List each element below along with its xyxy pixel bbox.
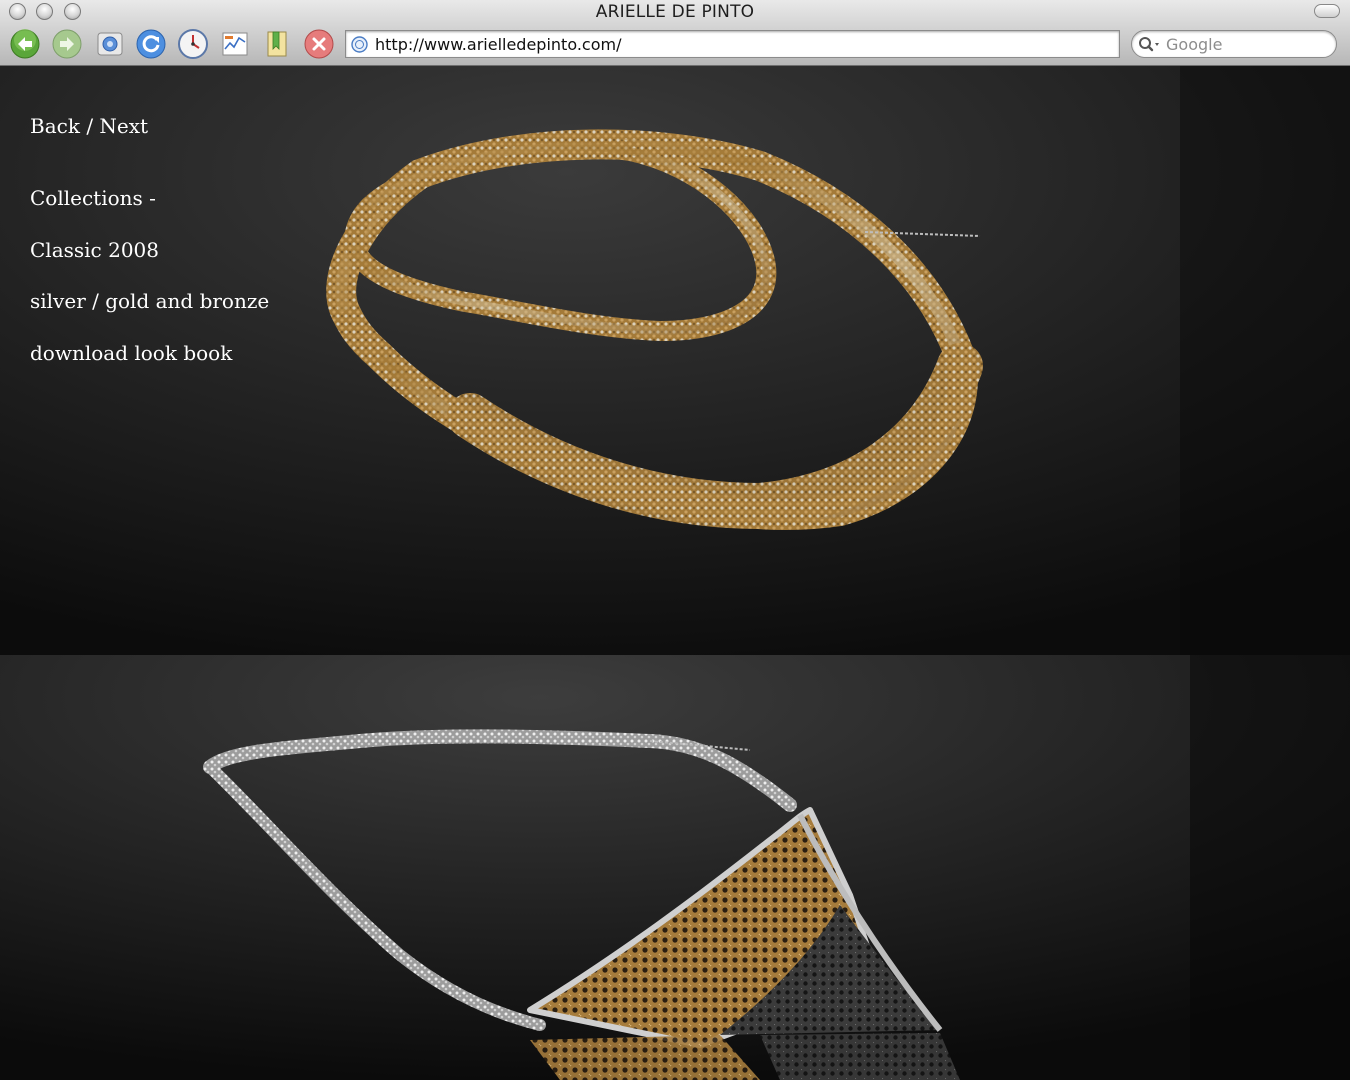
- activity-button[interactable]: [220, 29, 250, 59]
- toolbar-toggle-button[interactable]: [1314, 4, 1340, 18]
- history-button[interactable]: [178, 29, 208, 59]
- forward-arrow-icon: [52, 29, 82, 59]
- pager: Back / Next: [30, 114, 148, 138]
- necklace-photo-bib: [0, 655, 1350, 1080]
- activity-graph-icon: [222, 32, 248, 56]
- reload-button[interactable]: [136, 29, 166, 59]
- back-link[interactable]: Back: [30, 114, 80, 138]
- pager-separator: /: [86, 114, 100, 138]
- url-text[interactable]: http://www.arielledepinto.com/: [375, 35, 621, 54]
- snapshot-button[interactable]: [95, 29, 125, 59]
- browser-chrome: ARIELLE DE PINTO http://www.arielledepin…: [0, 0, 1350, 66]
- camera-icon: [97, 32, 123, 56]
- forward-button[interactable]: [52, 29, 82, 59]
- bookmark-icon: [267, 31, 287, 57]
- search-icon: [1139, 37, 1159, 52]
- back-arrow-icon: [10, 29, 40, 59]
- bookmark-button[interactable]: [262, 29, 292, 59]
- collections-link[interactable]: Collections -: [30, 186, 156, 210]
- search-field[interactable]: [1131, 30, 1337, 58]
- address-bar[interactable]: http://www.arielledepinto.com/: [345, 30, 1120, 58]
- globe-icon: [351, 36, 368, 53]
- window-title: ARIELLE DE PINTO: [595, 2, 755, 22]
- download-lookbook-link[interactable]: download look book: [30, 341, 232, 365]
- next-link[interactable]: Next: [99, 114, 148, 138]
- page-viewport: Back / Next Collections - Classic 2008 s…: [0, 66, 1350, 1080]
- stop-icon: [304, 29, 334, 59]
- back-button[interactable]: [10, 29, 40, 59]
- search-input[interactable]: [1166, 34, 1326, 54]
- stop-button[interactable]: [304, 29, 334, 59]
- clock-icon: [178, 29, 208, 59]
- collection-classic-2008-link[interactable]: Classic 2008: [30, 238, 159, 262]
- materials-text: silver / gold and bronze: [30, 289, 270, 313]
- reload-icon: [136, 29, 166, 59]
